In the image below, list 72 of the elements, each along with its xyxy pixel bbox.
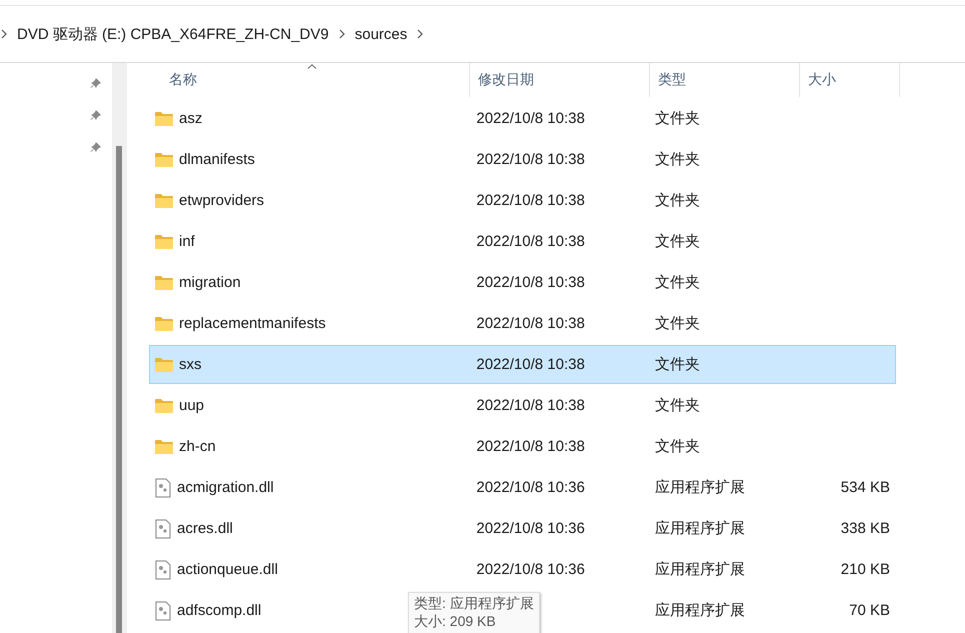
- file-name: zh-cn: [179, 438, 216, 455]
- column-header[interactable]: 名称: [149, 63, 470, 97]
- chevron-icon[interactable]: [0, 29, 8, 39]
- folder-icon: [155, 398, 173, 412]
- type-cell-text: 应用程序扩展: [654, 601, 746, 620]
- file-name: etwproviders: [179, 192, 264, 209]
- type-cell-text: 文件夹: [654, 355, 701, 374]
- file-name: adfscomp.dll: [177, 602, 262, 619]
- pin-icon[interactable]: [90, 77, 102, 89]
- type-cell-text: 文件夹: [654, 273, 701, 292]
- file-name: inf: [179, 233, 195, 250]
- file-name: dlmanifests: [179, 151, 255, 168]
- type-cell-text: 应用程序扩展: [654, 560, 746, 579]
- date-cell: 2022/10/8 10:38: [476, 233, 585, 250]
- gear-file-icon: [155, 560, 171, 580]
- file-name: acmigration.dll: [177, 479, 274, 496]
- pin-icon[interactable]: [90, 141, 102, 153]
- gear-file-icon: [155, 478, 171, 498]
- folder-icon: [155, 316, 173, 330]
- date-cell: 2022/10/8 10:36: [476, 479, 585, 496]
- type-cell-text: 文件夹: [654, 314, 701, 333]
- file-name: actionqueue.dll: [177, 561, 278, 578]
- file-name: migration: [179, 274, 241, 291]
- column-header[interactable]: 大小: [800, 63, 900, 97]
- column-header[interactable]: 类型: [650, 63, 800, 97]
- tooltip-text: 大小: 209 KB: [414, 613, 497, 631]
- type-cell-text: 文件夹: [654, 396, 701, 415]
- file-name: replacementmanifests: [179, 315, 326, 332]
- size-cell-text: 210 KB: [840, 561, 891, 578]
- column-header[interactable]: 修改日期: [470, 63, 650, 97]
- folder-icon: [155, 276, 173, 290]
- folder-icon: [155, 112, 173, 126]
- size-cell-text: 338 KB: [840, 520, 891, 537]
- folder-icon: [155, 440, 173, 454]
- size-cell-text: 70 KB: [848, 602, 891, 619]
- type-cell-text: 应用程序扩展: [654, 519, 746, 538]
- breadcrumb-item[interactable]: DVD 驱动器 (E:) CPBA_X64FRE_ZH-CN_DV9: [17, 24, 329, 44]
- selected-row[interactable]: sxs 2022/10/8 10:38 文件夹: [149, 345, 896, 384]
- file-name: asz: [179, 110, 202, 127]
- date-cell: 2022/10/8 10:38: [476, 110, 585, 127]
- type-cell-text: 文件夹: [654, 437, 701, 456]
- folder-icon: [155, 234, 173, 248]
- file-name: uup: [179, 397, 204, 414]
- breadcrumb-item[interactable]: sources: [354, 26, 408, 42]
- size-cell-text: 534 KB: [840, 479, 891, 496]
- gear-file-icon: [155, 518, 171, 538]
- folder-icon: [155, 358, 173, 372]
- type-cell-text: 应用程序扩展: [654, 478, 746, 497]
- chevron-icon[interactable]: [416, 29, 424, 39]
- type-cell-text: 文件夹: [654, 109, 701, 128]
- scrollbar-thumb[interactable]: [116, 146, 122, 633]
- chevron-icon[interactable]: [338, 29, 346, 39]
- date-cell: 2022/10/8 10:38: [476, 274, 585, 291]
- scrollbar[interactable]: [112, 63, 127, 633]
- type-cell-text: 文件夹: [654, 191, 701, 210]
- date-cell: 2022/10/8 10:36: [476, 520, 585, 537]
- file-name: acres.dll: [177, 520, 233, 537]
- date-cell: 2022/10/8 10:38: [476, 315, 585, 332]
- gear-file-icon: [155, 600, 171, 620]
- type-cell-text: 文件夹: [654, 150, 701, 169]
- tooltip-text: 类型: 应用程序扩展: [414, 595, 534, 613]
- folder-icon: [155, 194, 173, 208]
- type-cell-text: 文件夹: [654, 232, 701, 251]
- folder-icon: [155, 152, 173, 166]
- date-cell: 2022/10/8 10:36: [476, 561, 585, 578]
- date-cell: 2022/10/8 10:38: [476, 356, 585, 373]
- pin-icon[interactable]: [90, 109, 102, 121]
- file-name: sxs: [179, 356, 202, 373]
- date-cell: 2022/10/8 10:38: [476, 397, 585, 414]
- date-cell: 2022/10/8 10:38: [476, 151, 585, 168]
- date-cell: 2022/10/8 10:38: [476, 192, 585, 209]
- date-cell: 2022/10/8 10:38: [476, 438, 585, 455]
